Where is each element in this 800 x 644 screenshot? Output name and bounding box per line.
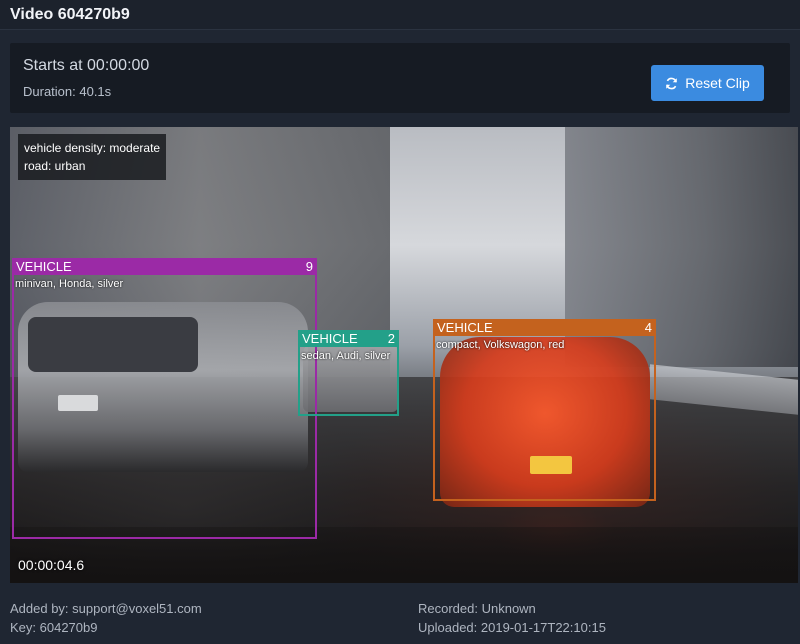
frame-attribute: road: urban bbox=[24, 159, 86, 173]
video-player[interactable]: vehicle density: moderate road: urban VE… bbox=[10, 127, 798, 583]
detection-header: VEHICLE 4 bbox=[433, 319, 656, 336]
video-key: Key: 604270b9 bbox=[10, 620, 98, 635]
added-by: Added by: support@voxel51.com bbox=[10, 601, 202, 616]
detection-attributes: compact, Volkswagon, red bbox=[436, 339, 565, 351]
metadata-left: Added by: support@voxel51.com Key: 60427… bbox=[10, 599, 202, 637]
detection-header: VEHICLE 9 bbox=[12, 258, 317, 275]
reset-clip-label: Reset Clip bbox=[685, 75, 750, 91]
title-bar: Video 604270b9 bbox=[0, 0, 800, 30]
detection-attributes: sedan, Audi, silver bbox=[301, 350, 391, 362]
frame-attribute: vehicle density: moderate bbox=[24, 141, 161, 155]
clip-duration-label: Duration: 40.1s bbox=[23, 84, 112, 99]
video-title: Video 604270b9 bbox=[10, 6, 130, 23]
detection-label: VEHICLE bbox=[16, 259, 72, 274]
detection-label: VEHICLE bbox=[302, 331, 358, 346]
frame-attributes-overlay: vehicle density: moderate road: urban bbox=[18, 134, 167, 180]
detection-id: 4 bbox=[644, 320, 652, 335]
clip-panel: Starts at 00:00:00 Duration: 40.1s Reset… bbox=[10, 43, 790, 113]
reset-clip-button[interactable]: Reset Clip bbox=[651, 65, 764, 101]
detection-box[interactable]: VEHICLE 4 compact, Volkswagon, red bbox=[433, 319, 656, 501]
detection-attributes: minivan, Honda, silver bbox=[15, 278, 124, 290]
detection-label: VEHICLE bbox=[437, 320, 493, 335]
detection-header: VEHICLE 2 bbox=[298, 330, 399, 347]
metadata-right: Recorded: Unknown Uploaded: 2019-01-17T2… bbox=[418, 599, 606, 637]
uploaded-date: Uploaded: 2019-01-17T22:10:15 bbox=[418, 620, 606, 635]
refresh-icon bbox=[665, 77, 678, 90]
recorded-status: Recorded: Unknown bbox=[418, 601, 536, 616]
clip-start-label: Starts at 00:00:00 bbox=[23, 57, 150, 74]
detection-id: 2 bbox=[387, 331, 395, 346]
detection-id: 9 bbox=[305, 259, 313, 274]
playback-timestamp: 00:00:04.6 bbox=[18, 557, 85, 573]
detection-box[interactable]: VEHICLE 9 minivan, Honda, silver bbox=[12, 258, 317, 539]
detection-box[interactable]: VEHICLE 2 sedan, Audi, silver bbox=[298, 330, 399, 416]
